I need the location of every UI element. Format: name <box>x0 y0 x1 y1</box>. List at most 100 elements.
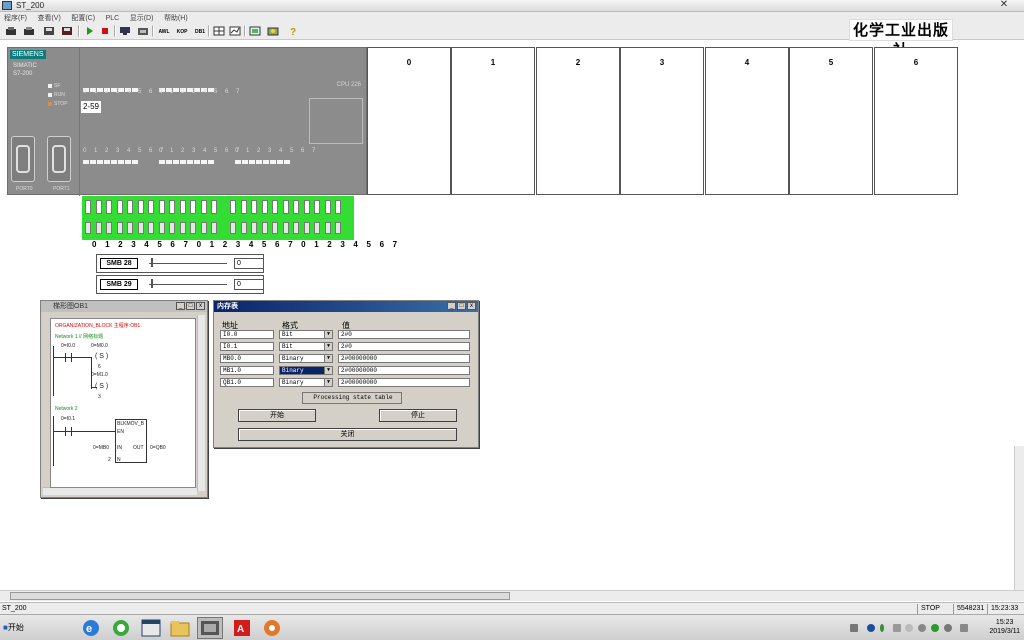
close-icon[interactable]: ✕ <box>998 0 1010 11</box>
address-field[interactable]: I0.0 <box>220 330 274 339</box>
network-icon[interactable] <box>905 624 913 632</box>
expansion-slot-3[interactable]: 3 <box>620 47 704 195</box>
awl-button[interactable]: AWL <box>156 25 172 37</box>
main-vscroll[interactable] <box>1014 446 1024 590</box>
status-chart-icon[interactable] <box>248 25 262 37</box>
smb28-value[interactable]: 0 <box>234 258 264 269</box>
input-toggle-switch[interactable] <box>190 200 196 214</box>
expansion-slot-4[interactable]: 4 <box>705 47 789 195</box>
input-toggle-switch[interactable] <box>158 200 165 214</box>
media-icon[interactable] <box>259 617 285 639</box>
input-toggle-switch[interactable] <box>261 200 268 214</box>
kop-button[interactable]: KOP <box>174 25 190 37</box>
tray-icon[interactable] <box>944 624 952 632</box>
start-button[interactable]: 开始 <box>238 409 316 422</box>
simulate-icon[interactable] <box>266 25 280 37</box>
input-toggle-switch[interactable] <box>211 200 217 214</box>
expansion-slot-6[interactable]: 6 <box>874 47 958 195</box>
tray-icon[interactable] <box>918 624 926 632</box>
input-toggle-switch[interactable] <box>314 200 320 214</box>
output-leds-b <box>159 156 215 164</box>
input-toggle-switch[interactable] <box>324 200 331 214</box>
input-toggle-switch[interactable] <box>179 200 186 214</box>
hscroll-thumb[interactable] <box>10 592 510 600</box>
input-toggle-switch[interactable] <box>148 200 154 214</box>
printer-icon[interactable] <box>850 624 858 632</box>
input-toggle-switch[interactable] <box>169 200 175 214</box>
db1-button[interactable]: DB1 <box>192 25 208 37</box>
keyboard-icon[interactable] <box>893 624 901 632</box>
n-value: 2 <box>108 457 111 463</box>
input-toggle-switch[interactable] <box>251 200 257 214</box>
smb29-value[interactable]: 0 <box>234 279 264 290</box>
input-toggle-switch[interactable] <box>230 200 236 214</box>
input-toggle-switch[interactable] <box>293 200 299 214</box>
input-toggle-switch[interactable] <box>116 200 123 214</box>
close-icon[interactable]: x <box>196 302 205 310</box>
input-toggle-switch[interactable] <box>335 200 341 214</box>
help-icon[interactable]: ? <box>286 25 300 38</box>
input-toggle-switch[interactable] <box>85 200 91 214</box>
expansion-slot-1[interactable]: 1 <box>451 47 535 195</box>
close-button[interactable]: 关闭 <box>238 428 457 441</box>
table-icon[interactable] <box>212 25 226 37</box>
expansion-slot-0[interactable]: 0 <box>367 47 451 195</box>
format-select[interactable]: Binary ▼ <box>279 354 333 363</box>
address-field[interactable]: MB1.0 <box>220 366 274 375</box>
open-icon[interactable] <box>4 25 18 37</box>
main-hscroll[interactable] <box>0 590 1024 601</box>
address-field[interactable]: I0.1 <box>220 342 274 351</box>
minimize-icon[interactable]: _ <box>447 302 456 310</box>
address-field[interactable]: QB1.0 <box>220 378 274 387</box>
ie-icon[interactable]: e <box>78 617 104 639</box>
browser-icon[interactable] <box>108 617 134 639</box>
format-select[interactable]: Binary ▼ <box>279 378 333 387</box>
pdf-icon[interactable]: A <box>229 617 255 639</box>
format-select[interactable]: Bit ▼ <box>279 342 333 351</box>
monitor-icon[interactable] <box>118 25 132 37</box>
status-mode: STOP <box>917 604 953 614</box>
maximize-icon[interactable]: □ <box>186 302 195 310</box>
ladder-hscroll[interactable] <box>43 487 197 495</box>
input-toggle-switch[interactable] <box>303 200 310 214</box>
language-icon[interactable] <box>880 624 884 632</box>
volume-icon[interactable] <box>960 624 968 632</box>
input-toggle-switch[interactable] <box>137 200 144 214</box>
expansion-slot-2[interactable]: 2 <box>536 47 620 195</box>
save-all-icon[interactable] <box>60 25 74 37</box>
shield-icon[interactable] <box>931 624 939 632</box>
slot-number: 5 <box>828 58 834 67</box>
stop-button[interactable]: 停止 <box>379 409 457 422</box>
simulator-taskbar-icon[interactable] <box>197 617 223 639</box>
expansion-slot-5[interactable]: 5 <box>789 47 873 195</box>
input-toggle-switch[interactable] <box>106 200 112 214</box>
input-toggle-switch[interactable] <box>95 200 102 214</box>
slot-number: 6 <box>913 58 919 67</box>
input-toggle-switch[interactable] <box>200 200 207 214</box>
input-toggle-switch[interactable] <box>240 200 247 214</box>
start-button[interactable]: ■开始 <box>1 620 33 636</box>
clock[interactable]: 15:23 2019/3/11 <box>989 618 1020 636</box>
save-icon[interactable] <box>42 25 56 37</box>
format-select-focused[interactable]: Binary ▼ <box>279 366 333 375</box>
input-toggle-switch[interactable] <box>127 200 133 214</box>
minimize-icon[interactable]: _ <box>176 302 185 310</box>
smb28-slider[interactable] <box>151 258 153 267</box>
load-icon[interactable] <box>22 25 36 37</box>
stop-icon[interactable] <box>98 25 112 37</box>
ladder-vscroll[interactable] <box>197 315 205 491</box>
ladder-editor[interactable]: ORGANIZATION_BLOCK 主程序:OB1 Network 1 // … <box>50 318 196 488</box>
maximize-icon[interactable]: □ <box>457 302 466 310</box>
smb29-slider[interactable] <box>151 279 153 288</box>
folder-icon[interactable] <box>167 617 193 639</box>
chart-icon[interactable] <box>228 25 242 37</box>
run-icon[interactable] <box>82 25 96 37</box>
app-window-icon[interactable] <box>138 617 164 639</box>
address-field[interactable]: MB0.0 <box>220 354 274 363</box>
help-tray-icon[interactable] <box>867 624 875 632</box>
download-icon[interactable] <box>136 25 150 37</box>
input-toggle-switch[interactable] <box>272 200 278 214</box>
input-toggle-switch[interactable] <box>282 200 289 214</box>
close-icon[interactable]: x <box>467 302 476 310</box>
format-select[interactable]: Bit ▼ <box>279 330 333 339</box>
